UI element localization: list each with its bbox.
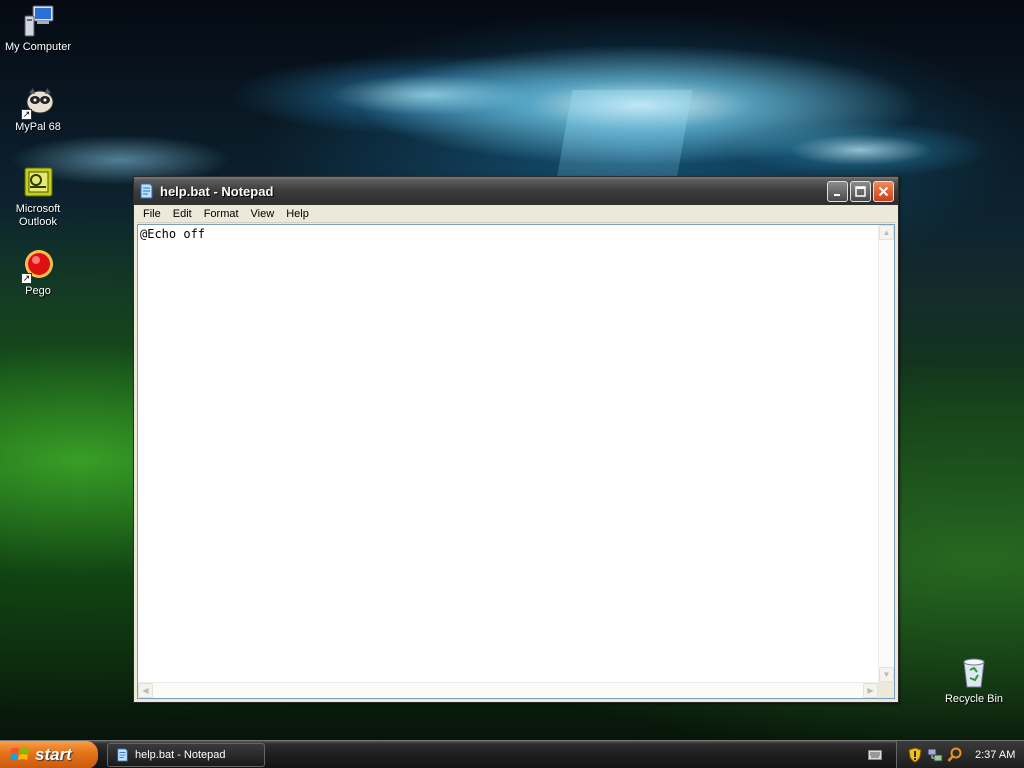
scroll-left-button[interactable]: ◀ (138, 683, 153, 698)
window-title: help.bat - Notepad (160, 183, 274, 199)
resize-grip[interactable] (878, 682, 894, 698)
desktop-icon-label: Pego (25, 285, 51, 297)
clock[interactable]: 2:37 AM (975, 749, 1015, 761)
desktop-icon-my-computer[interactable]: My Computer (0, 4, 76, 54)
my-computer-icon (21, 4, 55, 38)
windows-logo-icon (10, 746, 30, 764)
scroll-right-button[interactable]: ▶ (863, 683, 878, 698)
notepad-window: help.bat - Notepad File Edit Format View… (133, 176, 899, 703)
desktop-icon-pego[interactable]: ↗ Pego (0, 248, 76, 298)
search-icon[interactable] (947, 747, 963, 763)
taskbar-item-label: help.bat - Notepad (135, 749, 226, 761)
text-editor[interactable]: @Echo off ▲ ▼ ◀ ▶ (137, 224, 895, 699)
menu-help[interactable]: Help (280, 208, 315, 220)
desktop-icon-recycle-bin[interactable]: Recycle Bin (936, 656, 1012, 706)
scroll-down-button[interactable]: ▼ (879, 667, 894, 682)
network-icon[interactable] (927, 747, 943, 763)
close-button[interactable] (873, 181, 894, 202)
pego-icon: ↗ (21, 248, 55, 284)
maximize-button[interactable] (850, 181, 871, 202)
shortcut-arrow-icon: ↗ (21, 273, 32, 284)
menu-bar: File Edit Format View Help (137, 205, 895, 223)
desktop-icon-mypal[interactable]: ↗ MyPal 68 (0, 84, 76, 134)
desktop-icon-outlook[interactable]: Microsoft Outlook (0, 166, 76, 229)
scroll-up-button[interactable]: ▲ (879, 225, 894, 240)
minimize-icon (833, 193, 840, 196)
minimize-button[interactable] (827, 181, 848, 202)
keyboard-language-icon[interactable] (868, 749, 882, 761)
window-controls (827, 181, 894, 202)
menu-file[interactable]: File (137, 208, 167, 220)
menu-format[interactable]: Format (198, 208, 245, 220)
horizontal-scrollbar[interactable]: ◀ ▶ (138, 682, 878, 698)
desktop-icon-label: MyPal 68 (15, 121, 61, 133)
close-icon (878, 186, 889, 197)
desktop-icon-label: Microsoft Outlook (15, 203, 61, 228)
start-label: start (35, 745, 72, 764)
taskbar: start help.bat - Notepad 2:37 AM (0, 740, 1024, 768)
security-shield-icon[interactable] (907, 747, 923, 763)
desktop-icon-label: Recycle Bin (944, 693, 1004, 705)
editor-content[interactable]: @Echo off (140, 226, 205, 242)
menu-view[interactable]: View (245, 208, 281, 220)
menu-edit[interactable]: Edit (167, 208, 198, 220)
shortcut-arrow-icon: ↗ (21, 109, 32, 120)
notepad-icon (116, 748, 129, 762)
desktop-icon-label: My Computer (4, 41, 72, 53)
system-tray: 2:37 AM (896, 741, 1024, 768)
maximize-icon (855, 186, 866, 197)
mypal-icon: ↗ (21, 84, 55, 120)
start-button[interactable]: start (0, 741, 98, 768)
window-titlebar[interactable]: help.bat - Notepad (134, 177, 898, 205)
outlook-icon (21, 166, 55, 200)
taskbar-item-notepad[interactable]: help.bat - Notepad (107, 743, 265, 767)
notepad-icon (139, 183, 154, 199)
recycle-bin-icon (957, 656, 991, 690)
vertical-scrollbar[interactable]: ▲ ▼ (878, 225, 894, 682)
